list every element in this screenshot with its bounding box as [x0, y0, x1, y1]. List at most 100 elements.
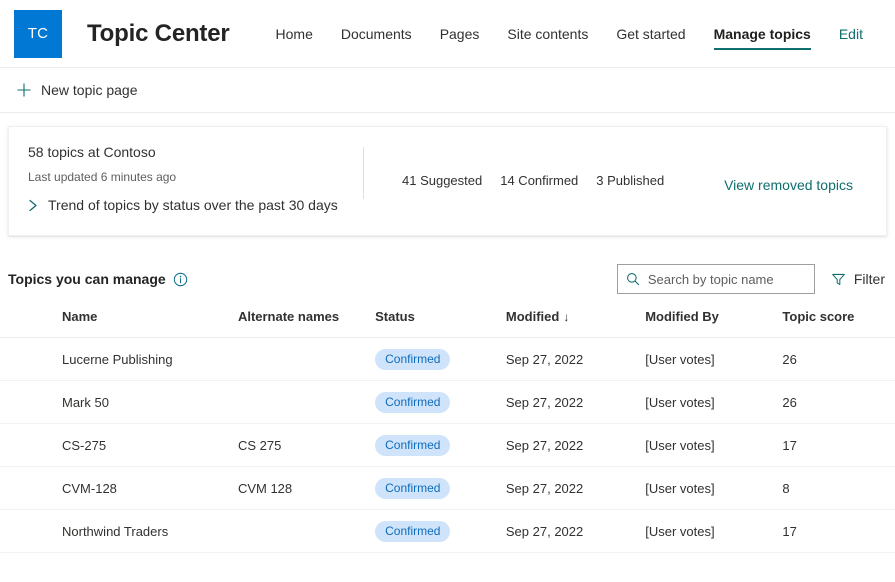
filter-icon [831, 272, 846, 287]
cell-name[interactable]: Lucerne Publishing [0, 337, 238, 381]
cell-alternate-names [237, 509, 376, 553]
cell-name[interactable]: CVM-128 [0, 466, 238, 510]
nav-item-label: Home [275, 25, 313, 42]
command-bar: New topic page [0, 68, 895, 113]
chevron-right-icon [28, 199, 39, 212]
page-title: Topic Center [87, 19, 230, 47]
cell-topic-score: 26 [782, 337, 895, 381]
search-box[interactable] [616, 264, 815, 294]
column-header-topic-score[interactable]: Topic score [782, 305, 895, 338]
cell-modified-by: [User votes] [645, 423, 783, 467]
nav-item-label: Edit [838, 25, 863, 42]
topics-section-header: Topics you can manage Search by topic na… [0, 262, 895, 296]
cell-modified-by: [User votes] [645, 380, 783, 424]
search-icon [626, 272, 640, 286]
cell-topic-score: 8 [782, 466, 895, 510]
page-body: 58 topics at Contoso Last updated 6 minu… [0, 126, 895, 553]
status-badge: Confirmed [375, 348, 451, 370]
view-removed-topics-link[interactable]: View removed topics [724, 177, 853, 193]
filter-label: Filter [853, 271, 885, 287]
cell-modified-by: [User votes] [645, 337, 783, 381]
cell-alternate-names [237, 337, 376, 381]
filter-button[interactable]: Filter [829, 267, 887, 291]
table-row[interactable]: Lucerne Publishing Confirmed Sep 27, 202… [0, 337, 895, 381]
column-header-label: Status [375, 309, 415, 324]
cell-topic-score: 26 [782, 380, 895, 424]
trend-label: Trend of topics by status over the past … [48, 197, 338, 213]
site-logo-initials: TC [27, 25, 49, 42]
section-tools: Filter [616, 264, 887, 294]
cell-alternate-names: CVM 128 [237, 466, 376, 510]
nav-item-manage-topics[interactable]: Manage topics [700, 0, 825, 67]
table-row[interactable]: CVM-128 CVM 128 Confirmed Sep 27, 2022 [… [0, 466, 895, 510]
cell-name[interactable]: CS-275 [0, 423, 238, 467]
nav-item-home[interactable]: Home [262, 0, 327, 67]
column-header-modified[interactable]: Modified ↓ [505, 305, 646, 338]
nav-item-edit[interactable]: Edit [825, 0, 877, 67]
cell-topic-score: 17 [782, 423, 895, 467]
topics-summary-card: 58 topics at Contoso Last updated 6 minu… [8, 126, 887, 236]
nav-item-label: Pages [439, 25, 480, 42]
last-updated-text: Last updated 6 minutes ago [28, 170, 177, 184]
section-title-wrap: Topics you can manage [8, 271, 188, 287]
cell-name[interactable]: Northwind Traders [0, 509, 238, 553]
nav-item-label: Site contents [507, 25, 589, 42]
cell-status: Confirmed [375, 380, 506, 424]
table-header: Name Alternate names Status Modified ↓ Mo… [0, 305, 895, 338]
nav-item-label: Manage topics [713, 25, 811, 42]
cell-modified: Sep 27, 2022 [505, 509, 646, 553]
cell-status: Confirmed [375, 509, 506, 553]
cell-name[interactable]: Mark 50 [0, 380, 238, 424]
nav-item-label: Documents [340, 25, 412, 42]
topics-count-title: 58 topics at Contoso [28, 144, 156, 160]
table-row[interactable]: Northwind Traders Confirmed Sep 27, 2022… [0, 509, 895, 553]
column-header-label: Modified By [645, 309, 719, 324]
site-navigation: Home Documents Pages Site contents Get s… [262, 0, 877, 67]
column-header-modified-by[interactable]: Modified By [645, 305, 783, 338]
nav-item-get-started[interactable]: Get started [602, 0, 699, 67]
column-header-status[interactable]: Status [375, 305, 506, 338]
new-topic-page-label: New topic page [41, 82, 138, 98]
column-header-label: Alternate names [237, 309, 340, 324]
nav-item-documents[interactable]: Documents [327, 0, 426, 67]
section-title: Topics you can manage [8, 271, 166, 287]
info-icon[interactable] [173, 272, 188, 287]
stat-confirmed: 14 Confirmed [500, 173, 579, 188]
cell-alternate-names [237, 380, 376, 424]
table-body: Lucerne Publishing Confirmed Sep 27, 202… [0, 337, 895, 553]
cell-modified-by: [User votes] [645, 466, 783, 510]
status-badge: Confirmed [375, 434, 451, 456]
table-row[interactable]: CS-275 CS 275 Confirmed Sep 27, 2022 [Us… [0, 423, 895, 467]
stat-published: 3 Published [596, 173, 665, 188]
cell-modified-by: [User votes] [645, 509, 783, 553]
plus-icon [16, 82, 32, 98]
cell-modified: Sep 27, 2022 [505, 423, 646, 467]
nav-item-label: Get started [616, 25, 686, 42]
cell-modified: Sep 27, 2022 [505, 466, 646, 510]
column-header-name[interactable]: Name [0, 305, 238, 338]
search-input[interactable] [647, 271, 806, 287]
column-header-label: Topic score [782, 309, 855, 324]
trend-expander[interactable]: Trend of topics by status over the past … [28, 197, 363, 213]
status-badge: Confirmed [375, 477, 451, 499]
cell-modified: Sep 27, 2022 [505, 380, 646, 424]
nav-item-pages[interactable]: Pages [426, 0, 494, 67]
cell-status: Confirmed [375, 466, 506, 510]
table-header-row: Name Alternate names Status Modified ↓ Mo… [0, 305, 895, 338]
column-header-alternate-names[interactable]: Alternate names [237, 305, 376, 338]
summary-left: 58 topics at Contoso Last updated 6 minu… [9, 144, 363, 213]
status-badge: Confirmed [375, 520, 451, 542]
status-badge: Confirmed [375, 391, 451, 413]
cell-status: Confirmed [375, 423, 506, 467]
sort-descending-icon: ↓ [563, 310, 570, 324]
nav-item-site-contents[interactable]: Site contents [493, 0, 602, 67]
cell-modified: Sep 27, 2022 [505, 337, 646, 381]
topics-table: Name Alternate names Status Modified ↓ Mo… [0, 305, 895, 553]
new-topic-page-button[interactable]: New topic page [8, 77, 146, 103]
cell-alternate-names: CS 275 [237, 423, 376, 467]
site-header: TC Topic Center Home Documents Pages Sit… [0, 0, 895, 68]
cell-topic-score: 17 [782, 509, 895, 553]
site-logo[interactable]: TC [14, 9, 62, 58]
table-row[interactable]: Mark 50 Confirmed Sep 27, 2022 [User vot… [0, 380, 895, 424]
column-header-label: Modified [505, 309, 560, 324]
